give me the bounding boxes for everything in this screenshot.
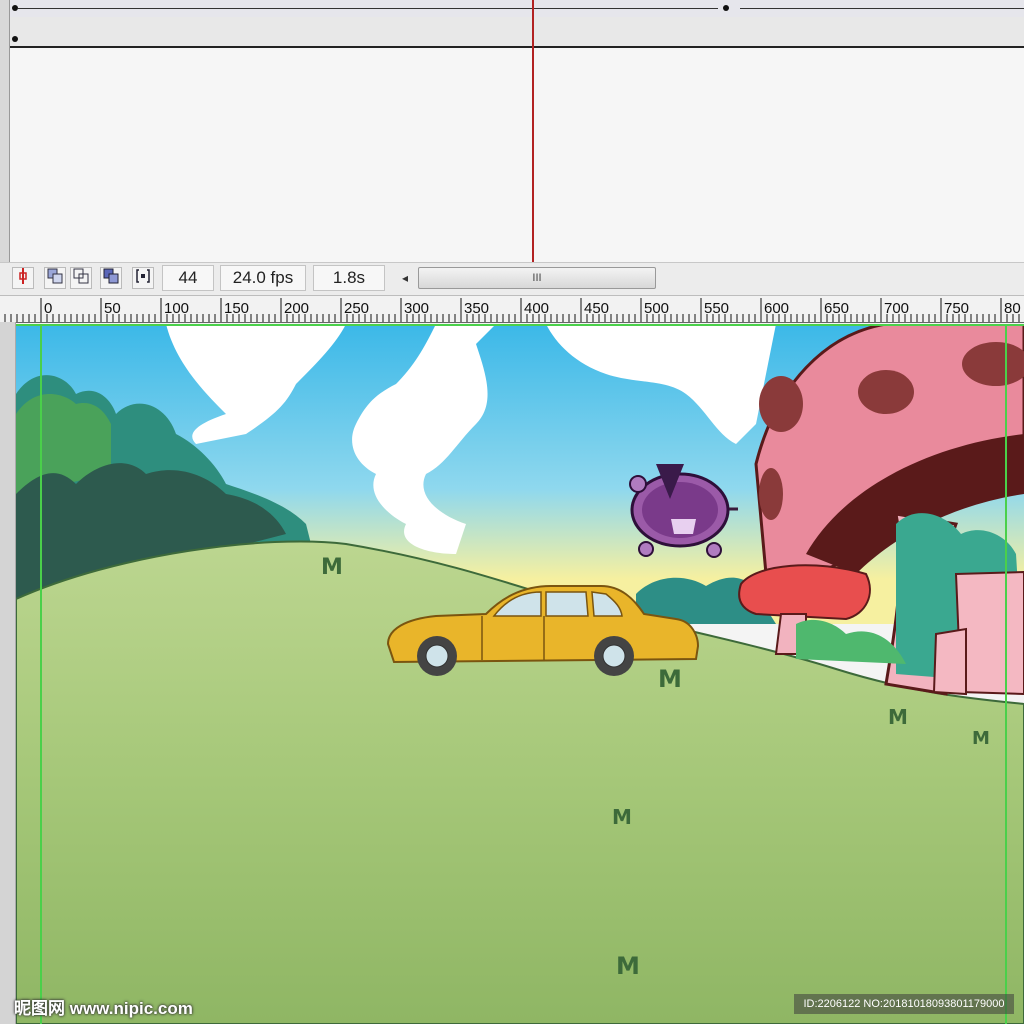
guide-line-left[interactable] xyxy=(40,324,42,1024)
center-frame-button[interactable] xyxy=(12,267,34,289)
ruler-label: 450 xyxy=(584,300,610,317)
ruler-label: 0 xyxy=(44,300,53,317)
onion-skin-button[interactable] xyxy=(44,267,66,289)
ruler-label: 600 xyxy=(764,300,790,317)
timeline-horizontal-scrollbar[interactable]: III xyxy=(418,267,656,289)
grass-tuft: M xyxy=(972,728,990,749)
ruler-ticks xyxy=(4,298,1020,322)
keyframe-marker[interactable] xyxy=(723,5,729,11)
ruler-label: 80 xyxy=(1004,300,1021,317)
tween-arrow-line xyxy=(740,8,1024,9)
current-frame-field: 44 xyxy=(162,265,214,291)
ruler-label: 550 xyxy=(704,300,730,317)
ruler-label: 350 xyxy=(464,300,490,317)
grass-tuft: M xyxy=(888,705,908,729)
site-watermark: 昵图网 www.nipic.com xyxy=(14,999,193,1018)
tween-arrow-line xyxy=(18,8,718,9)
elapsed-time-field: 1.8s xyxy=(313,265,385,291)
ruler-label: 650 xyxy=(824,300,850,317)
ruler-label: 500 xyxy=(644,300,670,317)
scrollbar-grip: III xyxy=(532,272,542,284)
grass-tuft: M xyxy=(612,805,632,829)
keyframe-marker[interactable] xyxy=(12,5,18,11)
ruler-label: 700 xyxy=(884,300,910,317)
keyframe-marker[interactable] xyxy=(12,36,18,42)
scroll-left-arrow-icon[interactable]: ◂ xyxy=(396,268,414,288)
ruler-label: 150 xyxy=(224,300,250,317)
playhead-center-icon xyxy=(17,267,29,289)
onion-markers-icon xyxy=(135,268,151,289)
guide-line-top[interactable] xyxy=(16,324,1024,326)
ruler-label: 300 xyxy=(404,300,430,317)
ruler-label: 200 xyxy=(284,300,310,317)
timeline-layer-track[interactable] xyxy=(0,0,1024,18)
stage-left-gutter xyxy=(0,322,16,1024)
ruler-label: 100 xyxy=(164,300,190,317)
guide-line-right[interactable] xyxy=(1005,324,1007,1024)
grass-tuft: M xyxy=(321,555,343,580)
scene-artwork: M M M M M M xyxy=(16,324,1024,1024)
frame-rate-field[interactable]: 24.0 fps xyxy=(220,265,306,291)
ruler-label: 250 xyxy=(344,300,370,317)
ruler-label: 750 xyxy=(944,300,970,317)
onion-skin-icon xyxy=(47,268,63,289)
ruler-label: 50 xyxy=(104,300,121,317)
ruler-label: 400 xyxy=(524,300,550,317)
onion-outline-icon xyxy=(73,268,89,289)
onion-outlines-button[interactable] xyxy=(70,267,92,289)
grass-tuft: M xyxy=(616,952,640,980)
timeline-left-border xyxy=(0,0,10,262)
stage-canvas[interactable]: M M M M M M xyxy=(16,324,1024,1024)
onion-markers-button[interactable] xyxy=(132,267,154,289)
playhead[interactable] xyxy=(532,0,534,262)
grass-tuft: M xyxy=(658,665,682,693)
edit-multiple-frames-icon xyxy=(103,268,119,289)
horizontal-ruler: 0 50 100 150 200 250 300 350 400 450 500 550 600 650 7… xyxy=(0,296,1024,323)
image-id-watermark: ID:2206122 NO:20181018093801179000 xyxy=(794,994,1014,1014)
edit-multiple-frames-button[interactable] xyxy=(100,267,122,289)
timeline-layer-track[interactable] xyxy=(0,17,1024,48)
